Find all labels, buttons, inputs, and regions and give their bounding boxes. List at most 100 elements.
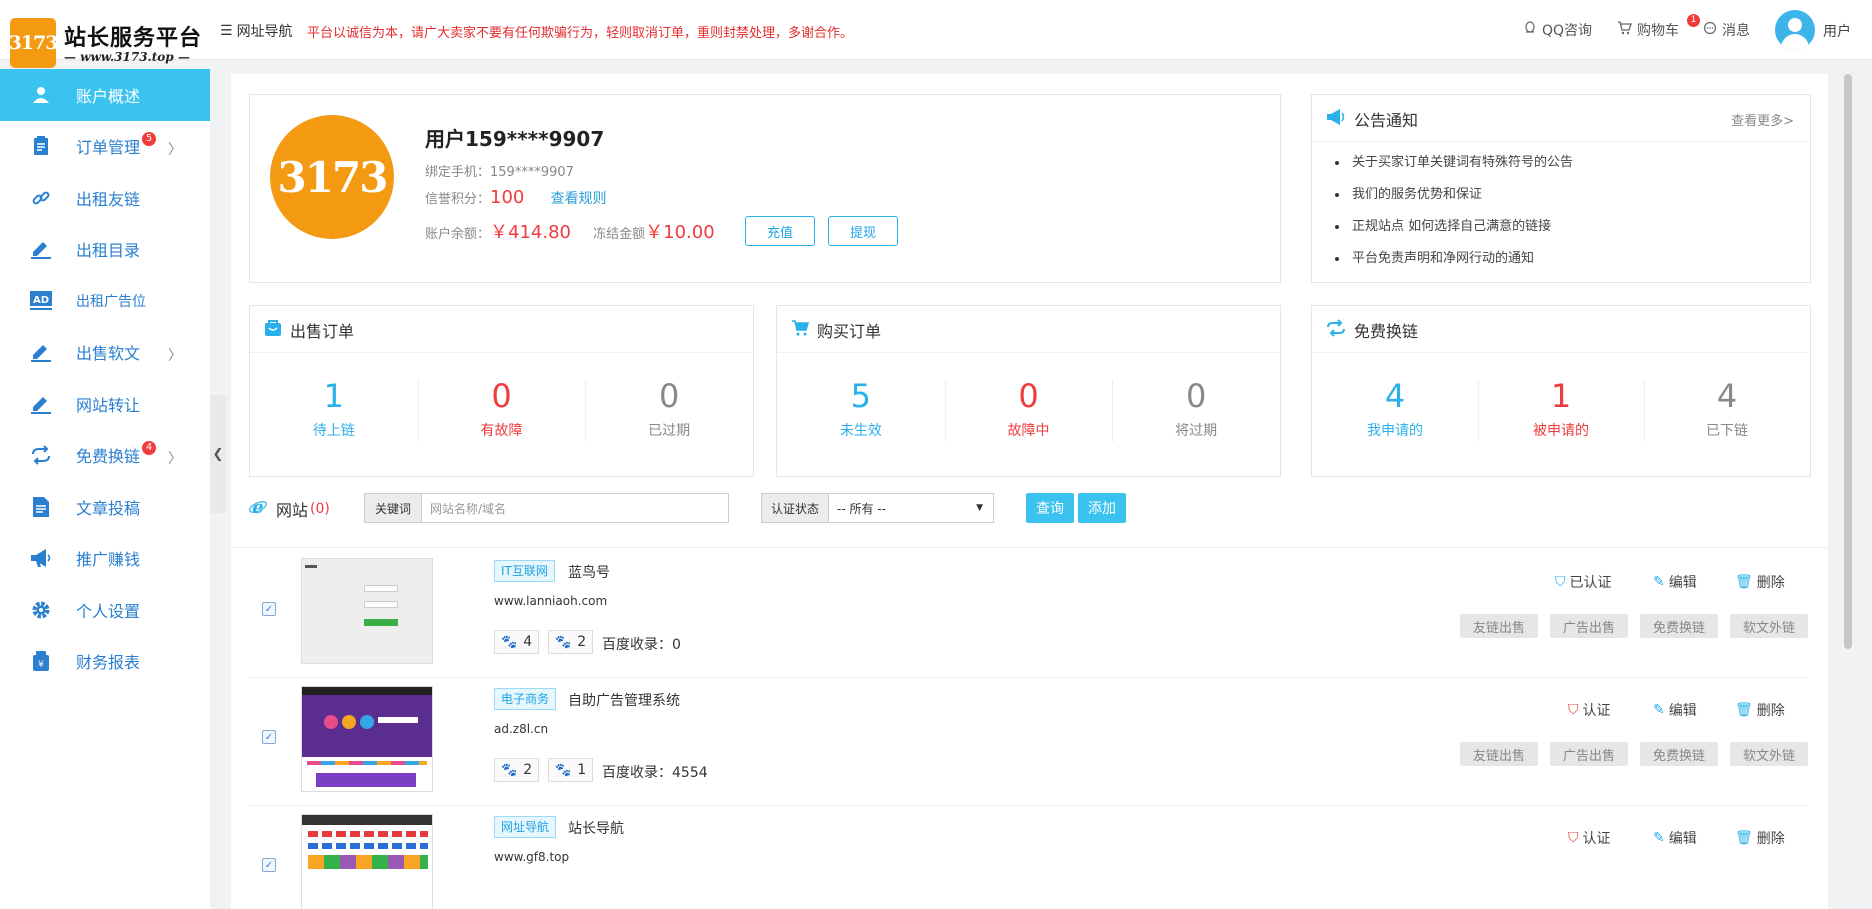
megaphone-icon (1326, 108, 1346, 130)
edit-button[interactable]: ✎ 编辑 (1653, 828, 1697, 848)
site-name: 站长导航 (568, 821, 624, 837)
certify-button[interactable]: ⛉ 认证 (1568, 828, 1611, 848)
certified-status[interactable]: ⛉ 已认证 (1555, 572, 1612, 592)
exchange-icon (30, 444, 52, 466)
main-content: 3173 用户159****9907 绑定手机：159****9907 信誉积分… (231, 74, 1828, 909)
cart-icon (1617, 21, 1632, 39)
logo-subtitle: — www.3173.top — (64, 50, 190, 64)
site-url[interactable]: ad.z8l.cn (494, 722, 548, 736)
delete-button[interactable]: 🗑 删除 (1735, 828, 1785, 848)
frozen-value: ￥10.00 (645, 222, 715, 243)
sidebar-item-site-transfer[interactable]: 网站转让 (0, 378, 210, 430)
delete-label: 删除 (1756, 575, 1785, 591)
sidebar-item-rent-links[interactable]: 出租友链 (0, 172, 210, 224)
page-scrollbar[interactable] (1844, 74, 1852, 649)
site-nav-link[interactable]: ☰ 网址导航 (220, 21, 293, 41)
sites-label: 网站 (276, 501, 309, 520)
sell-ads-button[interactable]: 广告出售 (1550, 614, 1628, 638)
edit-button[interactable]: ✎ 编辑 (1653, 700, 1697, 720)
frozen-label: 冻结金额 (593, 227, 646, 242)
view-rules-link[interactable]: 查看规则 (551, 191, 607, 207)
stat-my-requests[interactable]: 4 我申请的 (1312, 376, 1478, 440)
free-exchange-button[interactable]: 免费换链 (1640, 614, 1718, 638)
query-button[interactable]: 查询 (1026, 493, 1074, 523)
sell-ads-button[interactable]: 广告出售 (1550, 742, 1628, 766)
site-url[interactable]: www.lanniaoh.com (494, 594, 607, 608)
article-links-button[interactable]: 软文外链 (1730, 614, 1808, 638)
sidebar-item-article-submission[interactable]: 文章投稿 (0, 481, 210, 533)
stat-pending-link[interactable]: 1 待上链 (250, 376, 418, 440)
site-thumbnail[interactable] (301, 686, 433, 792)
row-checkbox[interactable]: ✓ (262, 730, 276, 744)
sidebar-item-order-management[interactable]: 订单管理 5 〉 (0, 121, 210, 173)
phone-label: 绑定手机： (425, 165, 491, 180)
trash-icon: 🗑 (1735, 574, 1753, 590)
weight-value: 4 (523, 634, 533, 650)
sidebar-item-promote-earn[interactable]: 推广赚钱 (0, 533, 210, 585)
stat-removed[interactable]: 4 已下链 (1644, 376, 1810, 442)
baidu-label: 百度收录： (602, 637, 672, 653)
cart-link[interactable]: 购物车 1 (1617, 14, 1700, 40)
announcement-item[interactable]: 正规站点 如何选择自己满意的链接 (1332, 211, 1573, 243)
ad-icon: AD (30, 290, 52, 312)
qq-consult-link[interactable]: QQ咨询 (1523, 20, 1592, 40)
category-tag: 电子商务 (494, 688, 557, 710)
status-select[interactable]: -- 所有 -- ▼ (828, 493, 994, 523)
status-select-value: -- 所有 -- (837, 501, 886, 516)
edit-button[interactable]: ✎ 编辑 (1653, 572, 1697, 592)
row-checkbox[interactable]: ✓ (262, 602, 276, 616)
withdraw-button[interactable]: 提现 (828, 216, 898, 246)
delete-button[interactable]: 🗑 删除 (1735, 572, 1785, 592)
pen-icon (30, 341, 52, 363)
user-avatar[interactable] (1775, 10, 1815, 50)
add-button[interactable]: 添加 (1078, 493, 1126, 523)
stat-label: 有故障 (480, 423, 523, 439)
sidebar-item-financial-report[interactable]: ¥ 财务报表 (0, 636, 210, 688)
stat-faulty[interactable]: 0 有故障 (417, 376, 586, 442)
article-links-button[interactable]: 软文外链 (1730, 742, 1808, 766)
user-menu[interactable]: 用户 (1823, 21, 1851, 41)
messages-link[interactable]: 消息 (1703, 20, 1750, 40)
site-thumbnail[interactable] (301, 558, 433, 664)
site-thumbnail[interactable] (301, 814, 433, 909)
free-exchange-button[interactable]: 免费换链 (1640, 742, 1718, 766)
sell-links-button[interactable]: 友链出售 (1460, 614, 1538, 638)
stat-expired[interactable]: 0 已过期 (585, 376, 753, 442)
balance-value: ￥414.80 (490, 222, 571, 243)
delete-button[interactable]: 🗑 删除 (1735, 700, 1785, 720)
megaphone-icon (30, 547, 52, 569)
sidebar-item-label: 出售软文 (76, 344, 141, 364)
buy-orders-title-text: 购买订单 (817, 322, 882, 341)
shield-icon: ⛉ (1568, 830, 1579, 846)
row-checkbox[interactable]: ✓ (262, 858, 276, 872)
announcement-item[interactable]: 平台免责声明和净网行动的通知 (1332, 243, 1573, 275)
stat-not-effective[interactable]: 5 未生效 (777, 376, 945, 440)
edit-icon: ✎ (1653, 574, 1665, 590)
baidu-weight-pc: 🐾 2 (494, 758, 540, 782)
free-exchange-stats: 4 我申请的 1 被申请的 4 已下链 (1312, 376, 1810, 442)
sidebar-item-rent-directory[interactable]: 出租目录 (0, 224, 210, 276)
sidebar-item-rent-ad-slot[interactable]: AD 出租广告位 (0, 275, 210, 327)
announcement-item[interactable]: 我们的服务优势和保证 (1332, 179, 1573, 211)
chevron-right-icon: 〉 (168, 141, 182, 158)
view-more-link[interactable]: 查看更多> (1731, 110, 1794, 129)
sidebar-item-personal-settings[interactable]: 个人设置 (0, 584, 210, 636)
logo[interactable]: 3173 站长服务平台 — www.3173.top — (9, 10, 210, 68)
stat-expiring[interactable]: 0 将过期 (1112, 376, 1280, 442)
sidebar-item-account-overview[interactable]: 账户概述 (0, 69, 210, 121)
sidebar-collapse-button[interactable]: ❮ (210, 395, 226, 513)
menu-icon: ☰ (220, 23, 233, 39)
stat-label: 故障中 (1007, 423, 1050, 439)
stat-received-requests[interactable]: 1 被申请的 (1478, 376, 1644, 442)
recharge-button[interactable]: 充值 (745, 216, 815, 246)
stat-in-fault[interactable]: 0 故障中 (944, 376, 1113, 442)
sidebar-item-label: 免费换链 (76, 447, 141, 467)
sidebar-item-sell-articles[interactable]: 出售软文 〉 (0, 327, 210, 379)
buy-orders-title: 购买订单 (791, 318, 881, 342)
sidebar-item-free-exchange[interactable]: 免费换链 4 〉 (0, 430, 210, 482)
announcement-item[interactable]: 关于买家订单关键词有特殊符号的公告 (1332, 147, 1573, 179)
certify-button[interactable]: ⛉ 认证 (1568, 700, 1611, 720)
site-url[interactable]: www.gf8.top (494, 850, 569, 864)
sell-links-button[interactable]: 友链出售 (1460, 742, 1538, 766)
keyword-input[interactable]: 网站名称/域名 (421, 493, 729, 523)
